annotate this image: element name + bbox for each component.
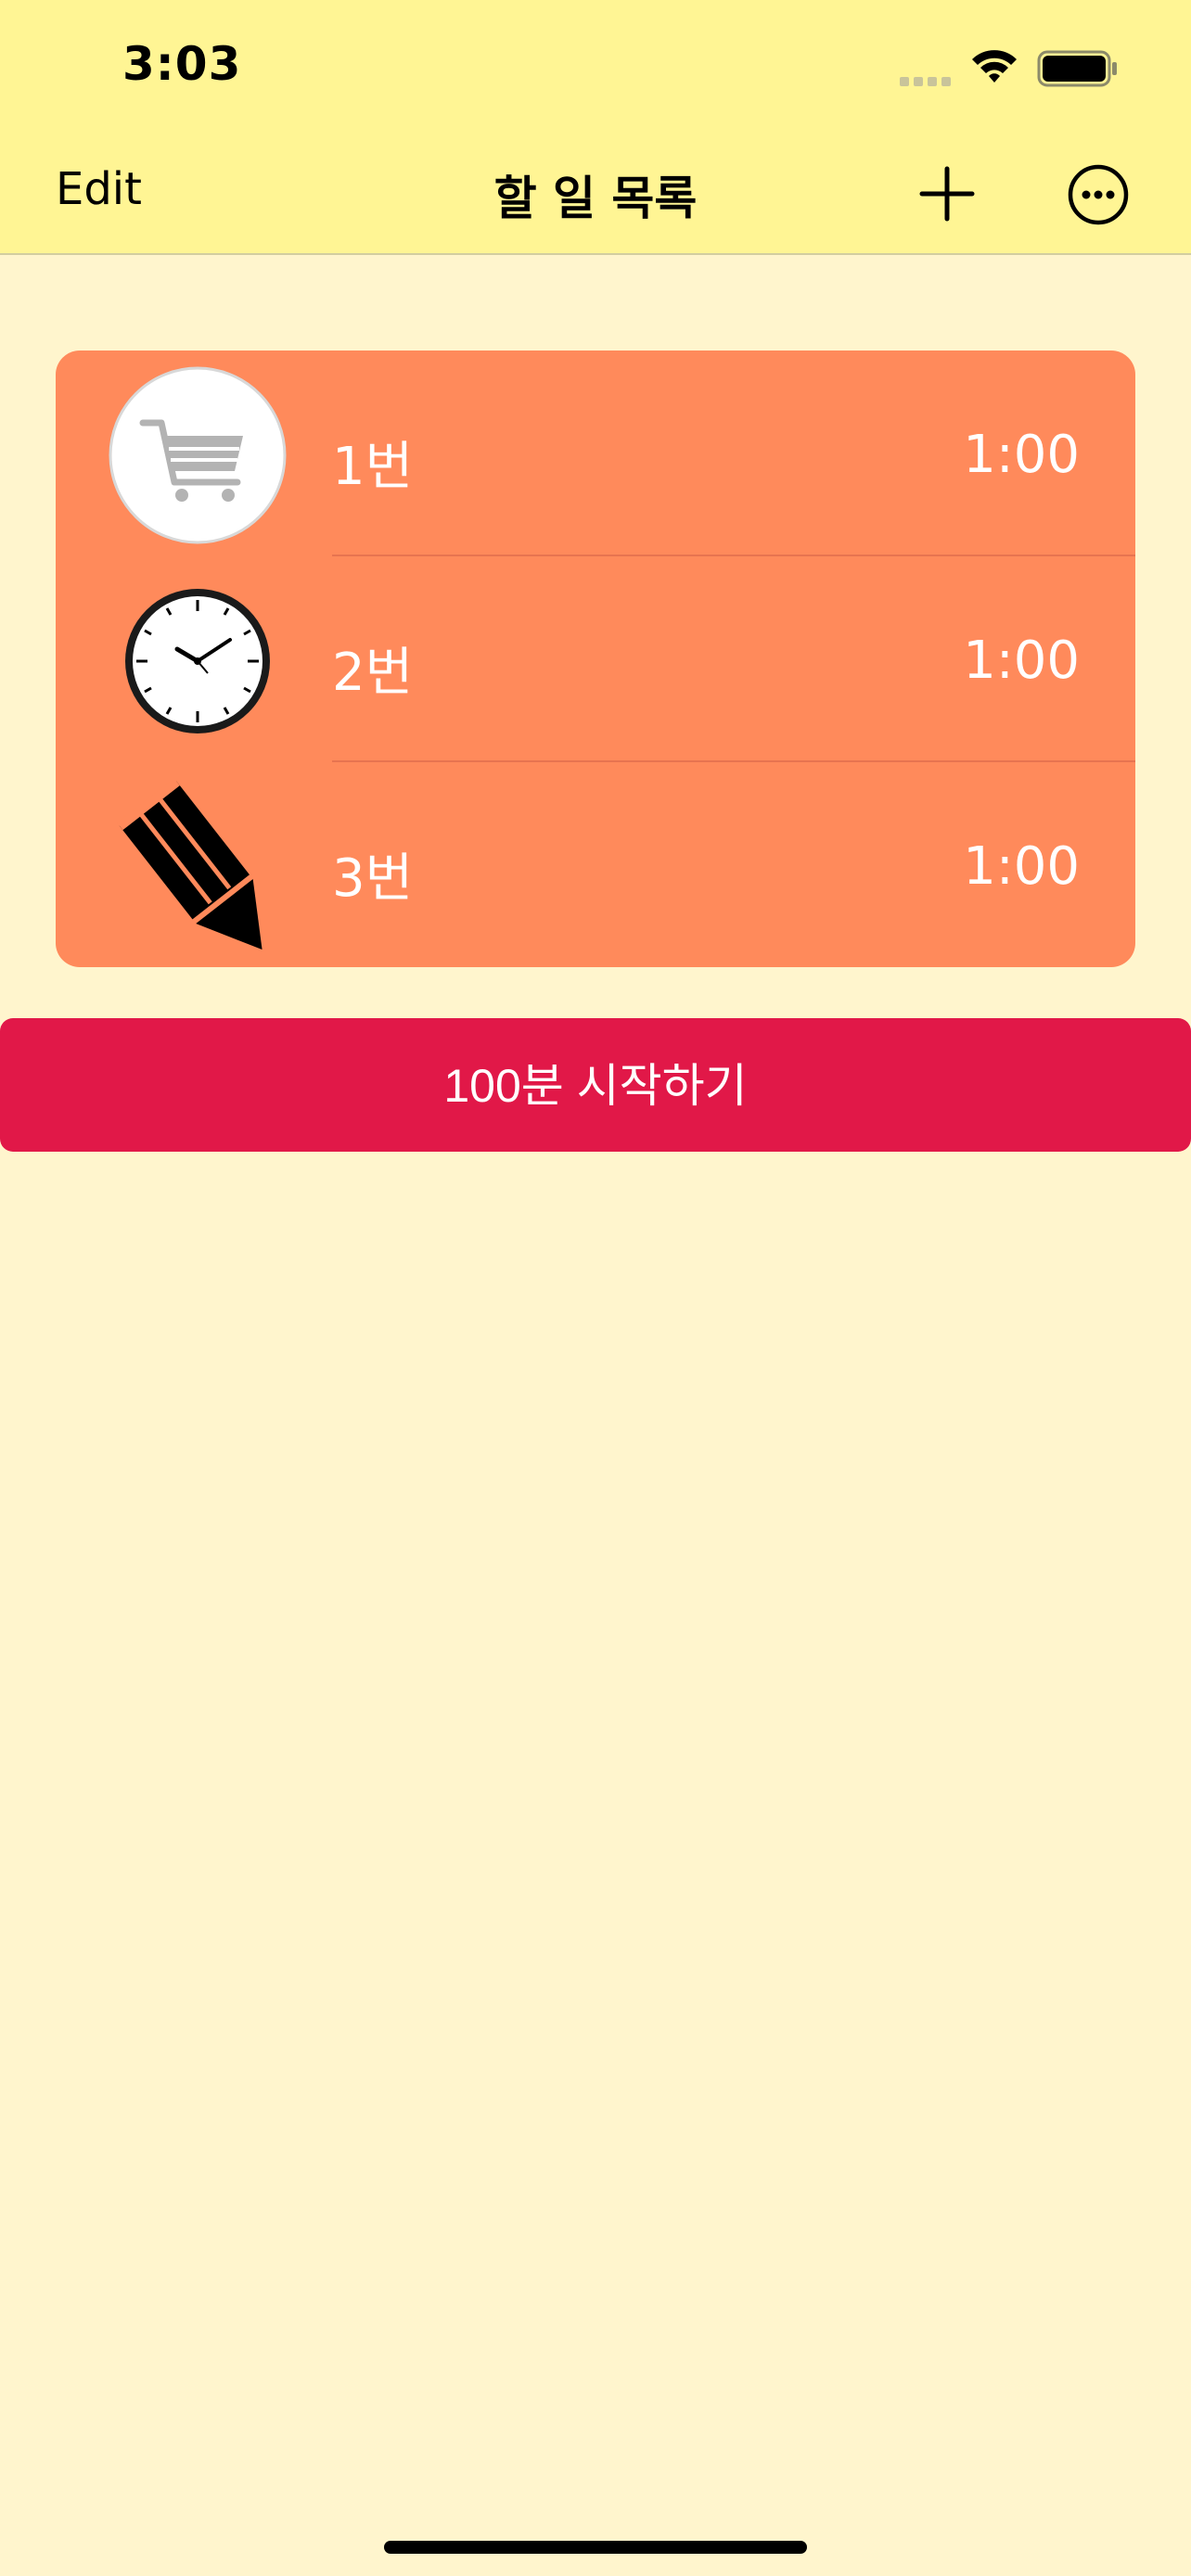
task-duration: 1:00 xyxy=(963,425,1080,485)
status-time: 3:03 xyxy=(122,37,242,91)
cellular-signal-icon xyxy=(900,72,955,90)
more-options-icon[interactable] xyxy=(1067,163,1130,226)
task-label: 1번 xyxy=(332,437,414,497)
start-button[interactable]: 100분 시작하기 xyxy=(0,1018,1191,1152)
cart-icon xyxy=(109,366,287,544)
wifi-icon xyxy=(972,50,1017,83)
task-row[interactable]: 3번 1:00 xyxy=(56,762,1135,967)
clock-icon xyxy=(125,589,270,733)
task-list: 1번 1:00 2번 1:00 3번 1:00 xyxy=(56,351,1135,967)
task-row[interactable]: 1번 1:00 xyxy=(56,351,1135,556)
task-label: 3번 xyxy=(332,848,414,909)
task-duration: 1:00 xyxy=(963,836,1080,897)
home-indicator[interactable] xyxy=(384,2541,807,2554)
pencil-icon xyxy=(117,778,263,950)
battery-icon xyxy=(1037,50,1117,87)
task-duration: 1:00 xyxy=(963,631,1080,691)
page-title: 할 일 목록 xyxy=(493,172,698,225)
top-bar: 3:03 Edit 할 일 목록 xyxy=(0,0,1191,255)
task-row[interactable]: 2번 1:00 xyxy=(56,556,1135,762)
add-icon[interactable] xyxy=(918,165,976,223)
task-label: 2번 xyxy=(332,643,414,703)
